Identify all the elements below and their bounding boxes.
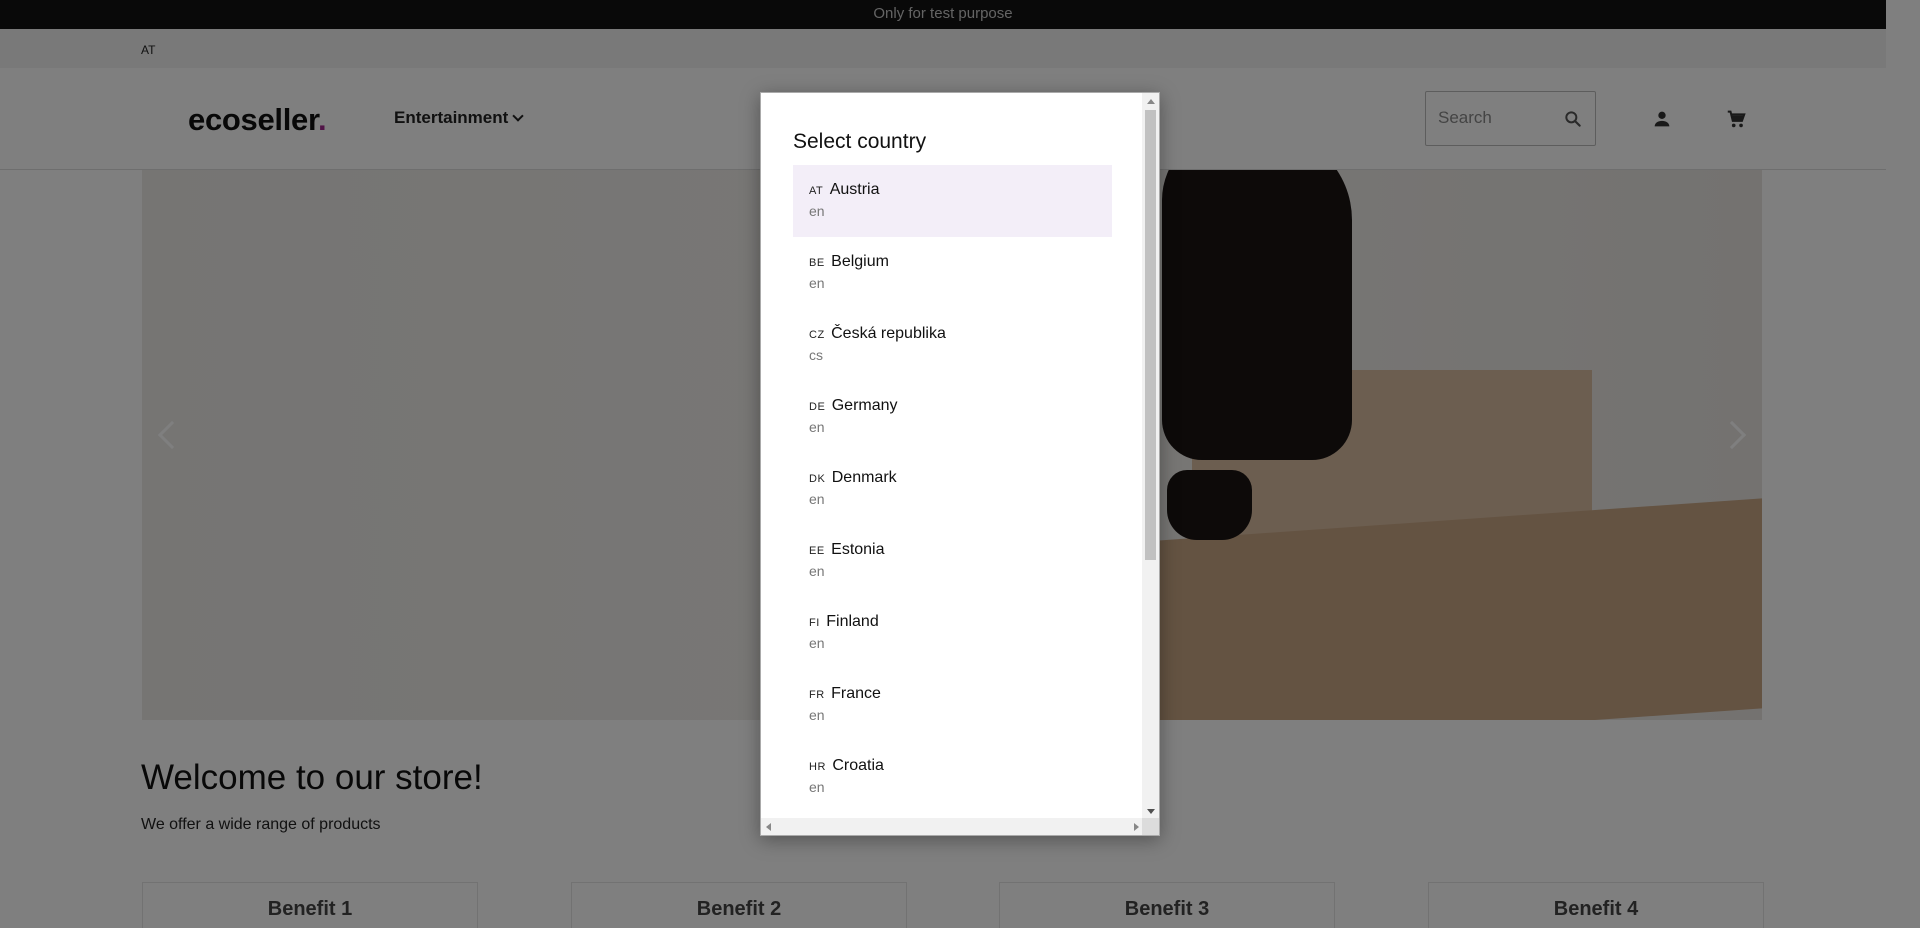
scroll-up-arrow-icon[interactable] bbox=[1147, 99, 1155, 104]
country-option[interactable]: DE Germany en bbox=[793, 381, 1112, 453]
scroll-right-arrow-icon[interactable] bbox=[1134, 823, 1139, 831]
country-option[interactable]: CZ Česká republika cs bbox=[793, 309, 1112, 381]
country-language: en bbox=[809, 275, 825, 291]
scroll-down-arrow-icon[interactable] bbox=[1147, 809, 1155, 814]
country-option[interactable]: HR Croatia en bbox=[793, 741, 1112, 813]
country-select-dialog: Select country AT Austria en BE Belgium … bbox=[760, 92, 1160, 836]
country-code: BE bbox=[809, 257, 825, 269]
country-language: en bbox=[809, 779, 825, 795]
country-name: Austria bbox=[829, 181, 880, 198]
country-language: en bbox=[809, 635, 825, 651]
country-option[interactable]: EE Estonia en bbox=[793, 525, 1112, 597]
country-code: FR bbox=[809, 689, 825, 701]
country-name: Denmark bbox=[831, 469, 897, 486]
country-language: en bbox=[809, 419, 825, 435]
country-option[interactable]: BE Belgium en bbox=[793, 237, 1112, 309]
country-name: Estonia bbox=[831, 541, 885, 558]
country-option[interactable]: FR France en bbox=[793, 669, 1112, 741]
country-name: Finland bbox=[826, 613, 879, 630]
country-option[interactable]: AT Austria en bbox=[793, 165, 1112, 237]
scrollbar-corner bbox=[1142, 818, 1159, 835]
country-name: France bbox=[831, 685, 881, 702]
dialog-title: Select country bbox=[793, 130, 927, 153]
country-name: Germany bbox=[831, 397, 898, 414]
country-list: AT Austria en BE Belgium en CZ Česká rep… bbox=[793, 165, 1112, 813]
country-code: AT bbox=[809, 185, 824, 197]
country-language: en bbox=[809, 491, 825, 507]
country-name: Česká republika bbox=[831, 325, 946, 342]
country-name: Croatia bbox=[832, 757, 884, 774]
country-language: en bbox=[809, 707, 825, 723]
country-language: en bbox=[809, 203, 825, 219]
country-code: HR bbox=[809, 761, 826, 773]
country-language: cs bbox=[809, 347, 823, 363]
country-language: en bbox=[809, 563, 825, 579]
country-code: CZ bbox=[809, 329, 825, 341]
country-code: EE bbox=[809, 545, 825, 557]
country-name: Belgium bbox=[831, 253, 889, 270]
scrollbar-thumb[interactable] bbox=[1145, 110, 1156, 560]
horizontal-scrollbar[interactable] bbox=[761, 818, 1144, 835]
page-edge bbox=[1886, 0, 1920, 928]
scroll-left-arrow-icon[interactable] bbox=[766, 823, 771, 831]
country-code: FI bbox=[809, 617, 820, 629]
country-option[interactable]: FI Finland en bbox=[793, 597, 1112, 669]
country-code: DE bbox=[809, 401, 826, 413]
vertical-scrollbar[interactable] bbox=[1142, 93, 1159, 820]
country-option[interactable]: DK Denmark en bbox=[793, 453, 1112, 525]
country-code: DK bbox=[809, 473, 826, 485]
